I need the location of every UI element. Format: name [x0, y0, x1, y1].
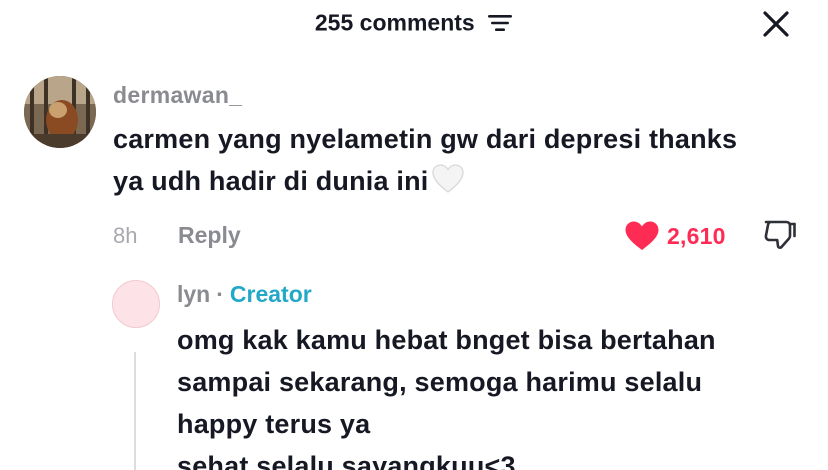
like-button[interactable]: 2,610 [624, 218, 726, 254]
white-heart-icon [431, 164, 464, 193]
comments-header: 255 comments [0, 0, 828, 46]
like-count: 2,610 [667, 222, 726, 249]
reply-username-row: lyn · Creator [177, 281, 312, 308]
reply-button[interactable]: Reply [178, 222, 241, 249]
thumbs-down-icon[interactable] [762, 216, 798, 252]
thread-line [134, 352, 136, 470]
comments-count-label: 255 comments [314, 9, 475, 36]
separator-dot: · [216, 281, 224, 307]
comment-time: 8h [113, 223, 138, 248]
comment-username[interactable]: dermawan_ [113, 82, 242, 109]
creator-badge: Creator [229, 281, 312, 307]
reply-text: omg kak kamu hebat bnget bisa bertahan s… [177, 325, 716, 470]
heart-filled-icon[interactable] [624, 220, 660, 252]
comments-count-title[interactable]: 255 comments [0, 8, 828, 36]
comment-text: carmen yang nyelametin gw dari depresi t… [113, 118, 763, 202]
sort-lines-icon[interactable] [487, 12, 513, 34]
reply-avatar[interactable] [112, 280, 160, 328]
comment-body: carmen yang nyelametin gw dari depresi t… [113, 124, 738, 196]
close-icon[interactable] [760, 8, 792, 40]
avatar[interactable] [24, 76, 96, 148]
avatar-image [24, 76, 96, 148]
reply-username[interactable]: lyn [177, 281, 210, 307]
